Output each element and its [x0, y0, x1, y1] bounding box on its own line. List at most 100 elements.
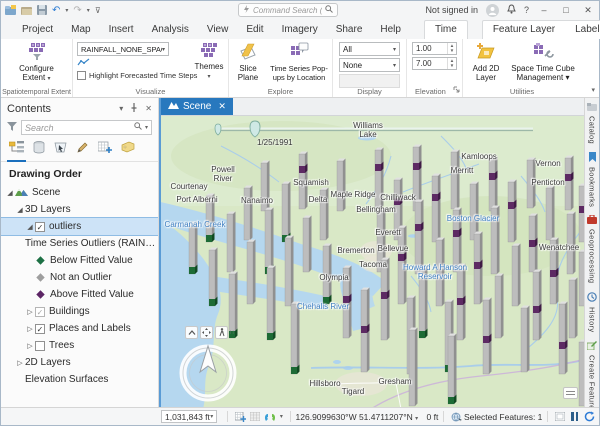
tree-row-outliers[interactable]: ◢✓outliers [1, 218, 158, 235]
map-scale-dropdown[interactable]: 1,031,843 ft ▾ [161, 410, 217, 423]
tab-labeling[interactable]: Labeling [565, 21, 600, 39]
tab-data-source[interactable] [33, 141, 45, 162]
tab-edit[interactable]: Edit [237, 21, 272, 39]
tree-row-not-an-outlier[interactable]: Not an Outlier [1, 269, 158, 286]
scene-canvas[interactable]: WilliamsLakeKamloopsVernonMerrittPentict… [161, 116, 584, 407]
elevation-dialog-launcher-icon[interactable] [453, 86, 460, 95]
walk-mode-icon[interactable] [215, 326, 228, 339]
layer-visibility-checkbox[interactable]: ✓ [35, 307, 45, 317]
highlight-forecast-checkbox[interactable] [77, 71, 86, 80]
tree-row-trees[interactable]: ▷Trees [1, 337, 158, 354]
close-view-icon[interactable]: ✕ [218, 101, 226, 112]
customize-qat-icon[interactable]: ⊽ [95, 6, 101, 15]
tab-drawing-order[interactable] [9, 141, 24, 162]
tab-insert[interactable]: Insert [100, 21, 143, 39]
tree-row-places-and-labels[interactable]: ▷✓Places and Labels [1, 320, 158, 337]
tab-imagery[interactable]: Imagery [273, 21, 327, 39]
command-search[interactable]: Command Search (Alt+Q) [238, 3, 338, 17]
save-project-icon[interactable] [37, 5, 47, 15]
tab-help[interactable]: Help [371, 21, 410, 39]
tree-row-above-fitted-value[interactable]: Above Fitted Value [1, 286, 158, 303]
coordinate-readout[interactable]: 126.9099630°W 51.4711207°N ▾ 0 ft [296, 412, 439, 422]
sign-in-status[interactable]: Not signed in [425, 5, 478, 15]
collapse-ribbon-icon[interactable]: ▾ [591, 86, 595, 94]
expander-icon[interactable]: ◢ [25, 223, 35, 231]
search-options-icon[interactable]: ▾ [145, 124, 148, 131]
close-button[interactable]: ✕ [581, 5, 595, 16]
expander-icon[interactable]: ◢ [15, 206, 25, 214]
dock-tab-history[interactable]: History [587, 290, 597, 334]
undo-dropdown-icon[interactable]: ▾ [65, 7, 68, 14]
tab-share[interactable]: Share [327, 21, 372, 39]
expander-icon[interactable]: ▷ [25, 308, 35, 316]
tab-view[interactable]: View [198, 21, 238, 39]
heading-reset-icon[interactable] [185, 326, 198, 339]
expander-icon[interactable]: ▷ [15, 359, 25, 367]
minimize-button[interactable]: – [537, 5, 551, 15]
tree-row-time-series-outliers-rainfall-[interactable]: Time Series Outliers (RAINFALL_NONE_… [1, 235, 158, 252]
undo-icon[interactable]: ↶ [52, 5, 60, 16]
tree-row-2d-layers[interactable]: ▷2D Layers [1, 354, 158, 371]
add-2d-layer-button[interactable]: Add 2D Layer [465, 39, 507, 83]
tree-row-3d-layers[interactable]: ◢3D Layers [1, 201, 158, 218]
configure-extent-button[interactable]: Configure Extent ▾ [1, 39, 72, 83]
pane-pin-icon[interactable] [130, 103, 138, 114]
tab-editing[interactable] [76, 141, 89, 162]
slice-plane-button[interactable]: Slice Plane [229, 39, 267, 83]
open-project-icon[interactable] [21, 5, 32, 15]
snapping-toggle-icon[interactable] [264, 412, 276, 422]
navigator-compass[interactable] [177, 342, 239, 404]
time-series-chart-icon[interactable] [77, 58, 90, 69]
overview-toggle-button[interactable] [563, 387, 578, 399]
tab-time[interactable]: Time [425, 21, 467, 39]
tab-snapping[interactable] [98, 141, 112, 162]
tree-row-elevation-surfaces[interactable]: Elevation Surfaces [1, 371, 158, 388]
user-avatar[interactable] [486, 4, 499, 17]
tab-labeling[interactable] [121, 141, 135, 161]
layer-visibility-checkbox[interactable]: ✓ [35, 222, 45, 232]
tab-analysis[interactable]: Analysis [143, 21, 198, 39]
display-dropdown-2[interactable]: None▾ [339, 58, 400, 72]
pause-drawing-button[interactable] [571, 412, 578, 421]
stc-management-button[interactable]: Space Time Cube Management ▾ [507, 39, 579, 83]
dock-tab-bookmarks[interactable]: Bookmarks [588, 150, 597, 209]
tab-selection[interactable] [54, 141, 67, 162]
snapping-dropdown-icon[interactable]: ▾ [280, 413, 283, 420]
tree-row-below-fitted-value[interactable]: Below Fitted Value [1, 252, 158, 269]
filter-icon[interactable] [7, 122, 17, 134]
tree-row-buildings[interactable]: ▷✓Buildings [1, 303, 158, 320]
dock-tab-geoprocessing[interactable]: Geoprocessing [587, 213, 597, 285]
expander-icon[interactable]: ▷ [25, 325, 35, 333]
dock-tab-catalog[interactable]: Catalog [587, 100, 597, 146]
dock-tab-create-features[interactable]: Create Features [587, 338, 597, 416]
expander-icon[interactable]: ▷ [25, 342, 35, 350]
tree-row-scene[interactable]: ◢Scene [1, 184, 158, 201]
display-dropdown-1[interactable]: All▾ [339, 42, 400, 56]
notifications-bell-icon[interactable] [507, 4, 516, 17]
refresh-icon[interactable] [584, 411, 595, 422]
elevation-spinner-2[interactable]: 7.00▲▼ [412, 57, 457, 70]
variable-dropdown[interactable]: RAINFALL_NONE_SPAC▾ [77, 42, 169, 56]
time-series-popups-button[interactable]: Time Series Pop- ups by Location [267, 39, 331, 83]
layer-visibility-checkbox[interactable]: ✓ [35, 324, 45, 334]
layout-view-icon[interactable] [555, 412, 565, 421]
nav-more-dots-icon[interactable]: ∷ [230, 329, 235, 336]
selected-features-count[interactable]: Selected Features: 1 [464, 412, 542, 422]
elevation-spinner-1[interactable]: 1.00▲▼ [412, 42, 457, 55]
expander-icon[interactable]: ◢ [5, 189, 15, 197]
new-bookmark-icon[interactable] [235, 412, 246, 422]
tab-project[interactable]: Project [13, 21, 62, 39]
tab-feature-layer[interactable]: Feature Layer [483, 21, 565, 39]
pane-close-icon[interactable]: ✕ [145, 104, 152, 113]
themes-button[interactable]: Themes▾ [192, 39, 226, 81]
scene-view-tab[interactable]: Scene ✕ [161, 97, 233, 115]
maximize-button[interactable]: □ [559, 5, 573, 15]
new-project-icon[interactable] [5, 5, 16, 15]
redo-dropdown-icon[interactable]: ▾ [87, 7, 90, 14]
layer-visibility-checkbox[interactable] [35, 341, 45, 351]
tab-map[interactable]: Map [62, 21, 99, 39]
full-control-icon[interactable] [200, 326, 213, 339]
help-icon[interactable]: ? [524, 5, 529, 15]
pane-menu-icon[interactable]: ▾ [119, 104, 123, 113]
contents-search-input[interactable]: Search ▾ [21, 120, 152, 135]
